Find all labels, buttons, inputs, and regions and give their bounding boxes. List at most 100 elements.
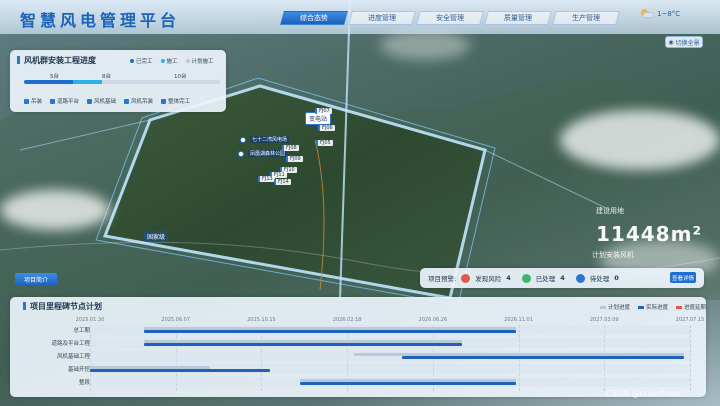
category-item[interactable]: 风机吊装: [124, 97, 153, 105]
weather-temp: 1~8°C: [657, 9, 681, 18]
turbine-marker[interactable]: FJ05: [316, 140, 333, 146]
cloud: [0, 190, 110, 230]
turbine-marker[interactable]: FJ09: [286, 156, 303, 162]
gantt-row-label: 整段: [78, 380, 90, 386]
tab-safety[interactable]: 安全管理: [416, 11, 484, 25]
turbine-marker[interactable]: FJ14: [274, 179, 291, 185]
gantt-grid-line: [690, 325, 691, 391]
alert-row: 项目预警: 发现风险 4 已处理 4 待处理 0: [428, 273, 625, 283]
progress-legend: 已完工 施工 计划施工: [130, 57, 214, 65]
tab-progress[interactable]: 进度管理: [348, 11, 416, 25]
category-label: 整体完工: [168, 99, 191, 105]
tab-production[interactable]: 生产管理: [552, 11, 620, 25]
alert-count: 4: [506, 274, 511, 282]
dot-icon: [130, 59, 134, 63]
turbine-marker[interactable]: FJ08: [282, 145, 299, 151]
eye-icon: ◉: [668, 38, 674, 46]
cloud: [380, 30, 470, 60]
progress-fill-completed: [24, 80, 73, 84]
watermark: CSDN @undefined: [606, 389, 680, 398]
turbine-marker[interactable]: FJ07: [315, 108, 332, 114]
land-area-value: 11448m²: [596, 222, 703, 246]
planned-turbines-caption: 计划安装风机: [592, 251, 634, 259]
gantt-date-label: 2026.06.26: [418, 317, 448, 323]
map-label-wind-farm: 七十二湾风电场: [250, 136, 290, 143]
weather-widget: 1~8°C: [640, 9, 680, 18]
category-label: 风机基础: [94, 99, 117, 105]
alert-count: 0: [614, 274, 619, 282]
legend-swatch: [676, 306, 682, 309]
legend-label: 计划进度: [608, 305, 631, 311]
legend-swatch: [638, 306, 644, 309]
legend-item: 已完工: [130, 57, 153, 65]
gantt-date-label: 2027.03.09: [589, 317, 619, 323]
category-item[interactable]: 道路平台: [50, 97, 79, 105]
view-details-button[interactable]: 查看详情: [670, 272, 696, 283]
category-item[interactable]: 风机基础: [87, 97, 116, 105]
top-header: 智慧风电管理平台 综合态势 进度管理 安全管理 质量管理 生产管理 1~8°C: [0, 0, 720, 34]
alert-item-label: 待处理: [589, 275, 610, 283]
gantt-date-label: 2025.01.30: [75, 317, 105, 323]
milestone-gantt-panel: 项目里程碑节点计划 计划进度 实际进度 进度延期 2025.01.30 2025.…: [10, 297, 706, 397]
crane-icon: [24, 98, 29, 104]
road-icon: [50, 98, 56, 104]
switch-view-label: 切换全景: [675, 39, 700, 47]
legend-item: 实际进度: [638, 303, 668, 311]
legend-label: 实际进度: [646, 305, 669, 311]
gantt-date-label: 2026.02.18: [332, 317, 362, 323]
project-marker[interactable]: 国家级: [144, 231, 169, 242]
tab-label: 质量管理: [504, 14, 532, 22]
legend-item: 计划进度: [600, 303, 630, 311]
installation-progress-panel: 风机群安装工程进度 已完工 施工 计划施工 5台 8台 10台 吊装 道路平台 …: [10, 50, 226, 112]
category-label: 吊装: [31, 99, 43, 105]
gantt-legend: 计划进度 实际进度 进度延期: [600, 303, 706, 311]
legend-item: 进度延期: [676, 303, 706, 311]
cloud: [560, 110, 720, 170]
risk-icon: [461, 273, 471, 283]
alert-label: 项目预警:: [428, 275, 457, 283]
gantt-row-label: 总工期: [73, 328, 90, 334]
dot-icon: [185, 59, 190, 63]
category-item[interactable]: 整体完工: [161, 97, 190, 105]
gantt-actual-bar[interactable]: [90, 369, 270, 372]
partly-cloudy-icon: [640, 9, 654, 18]
gantt-date-label: 2026.11.01: [504, 317, 533, 323]
location-pin-icon[interactable]: [238, 151, 244, 157]
legend-label: 施工: [166, 59, 178, 65]
pending-icon: [575, 273, 585, 283]
legend-swatch: [600, 306, 606, 309]
gantt-row-label: 道路及平台工程: [51, 341, 90, 347]
tab-label: 安全管理: [436, 14, 464, 22]
tab-label: 生产管理: [572, 14, 600, 22]
foundation-icon: [87, 98, 93, 104]
turbine-marker[interactable]: FJ06: [318, 125, 335, 131]
legend-label: 进度延期: [684, 305, 707, 311]
category-item[interactable]: 吊装: [24, 97, 42, 105]
dot-icon: [160, 59, 165, 63]
tab-overview[interactable]: 综合态势: [280, 11, 348, 25]
alert-count: 4: [560, 274, 565, 282]
project-alert-bar: 项目预警: 发现风险 4 已处理 4 待处理 0 查看详情: [420, 268, 704, 288]
turbine-marker[interactable]: FJ13: [258, 176, 275, 182]
scale-label: 5台: [50, 74, 59, 80]
legend-item: 施工: [160, 57, 178, 65]
gantt-actual-bar[interactable]: [300, 382, 516, 385]
handled-icon: [521, 273, 531, 283]
gantt-date-label: 2027.07.15: [675, 317, 705, 323]
gantt-actual-bar[interactable]: [144, 343, 462, 346]
tab-quality[interactable]: 质量管理: [484, 11, 552, 25]
scale-label: 10台: [174, 74, 187, 80]
gantt-row-label: 基础开挖: [67, 367, 90, 373]
panel-title: 风机群安装工程进度: [17, 56, 96, 65]
tab-label: 进度管理: [368, 14, 396, 22]
location-pin-icon[interactable]: [240, 137, 246, 143]
gantt-date-label: 2025.06.07: [161, 317, 191, 323]
switch-view-button[interactable]: ◉ 切换全景: [665, 36, 703, 48]
gantt-actual-bar[interactable]: [402, 356, 684, 359]
gantt-actual-bar[interactable]: [144, 330, 516, 333]
project-intro-button[interactable]: 项目简介: [15, 273, 57, 286]
gantt-date-axis: 2025.01.30 2025.06.07 2025.10.15 2026.02.18…: [10, 317, 706, 325]
main-nav: 综合态势 进度管理 安全管理 质量管理 生产管理: [280, 11, 620, 27]
gantt-title: 项目里程碑节点计划: [23, 302, 102, 311]
gantt-date-label: 2025.10.15: [247, 317, 276, 323]
